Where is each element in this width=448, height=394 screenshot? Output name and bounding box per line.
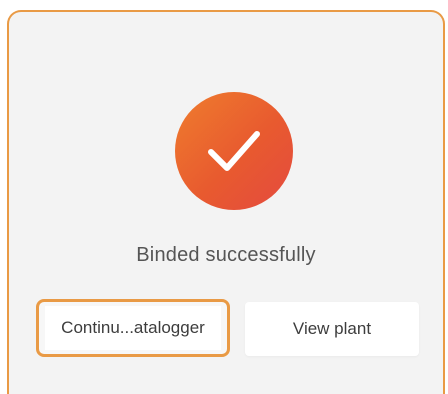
bind-success-dialog: Binded successfully Continu...atalogger … [7, 10, 445, 394]
view-plant-button[interactable]: View plant [245, 302, 419, 356]
success-badge [175, 92, 293, 210]
checkmark-icon [208, 131, 260, 171]
continue-button-label: Continu...atalogger [45, 306, 221, 350]
success-message: Binded successfully [136, 244, 316, 266]
continue-adding-datalogger-button[interactable]: Continu...atalogger [36, 299, 230, 357]
